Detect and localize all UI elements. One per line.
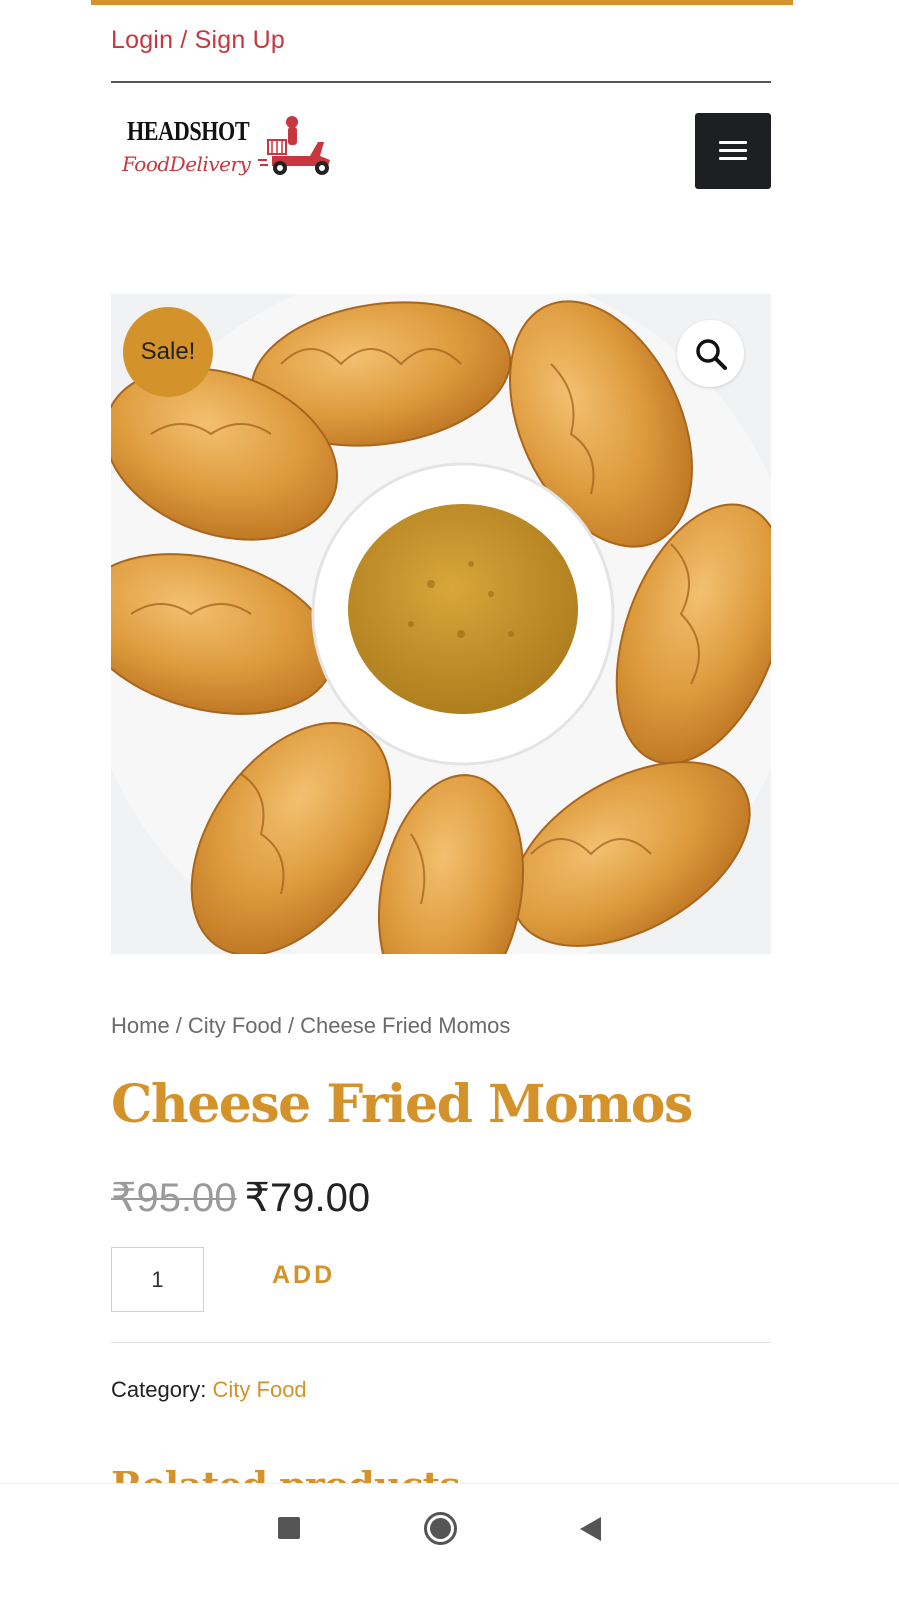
quantity-input[interactable]: [111, 1247, 204, 1312]
recents-square-icon[interactable]: [278, 1517, 300, 1539]
hamburger-menu-icon: [719, 141, 747, 161]
scooter-rider-icon: [258, 116, 330, 175]
site-logo[interactable]: HEADSHOT FoodDelivery: [120, 110, 335, 190]
add-to-cart-button[interactable]: ADD: [272, 1261, 335, 1290]
momos-plate-illustration: [111, 294, 771, 954]
login-signup-link[interactable]: Login / Sign Up: [111, 26, 285, 55]
product-title: Cheese Fried Momos: [111, 1074, 693, 1135]
search-icon: [695, 338, 727, 370]
header-divider: [111, 81, 771, 83]
main-menu-button[interactable]: [695, 113, 771, 189]
logo-subtitle: FoodDelivery: [122, 152, 251, 176]
breadcrumb-current: Cheese Fried Momos: [300, 1013, 511, 1038]
category-label: Category:: [111, 1377, 207, 1402]
logo-title: HEADSHOT: [127, 116, 250, 146]
product-category: Category: City Food: [111, 1377, 307, 1403]
original-price: ₹95.00: [111, 1176, 237, 1220]
home-circle-icon[interactable]: [424, 1512, 457, 1545]
breadcrumb-separator: /: [287, 1013, 295, 1038]
breadcrumb: Home / City Food / Cheese Fried Momos: [111, 1013, 510, 1039]
top-accent-bar: [91, 0, 793, 5]
sale-price: ₹79.00: [244, 1176, 371, 1220]
price-row: ₹95.00 ₹79.00: [111, 1175, 370, 1221]
breadcrumb-city-food[interactable]: City Food: [188, 1013, 282, 1038]
breadcrumb-separator: /: [175, 1013, 182, 1038]
image-zoom-button[interactable]: [677, 320, 744, 387]
breadcrumb-home[interactable]: Home: [111, 1013, 170, 1038]
category-link[interactable]: City Food: [213, 1377, 307, 1402]
product-image[interactable]: [111, 294, 771, 954]
product-meta-divider: [111, 1342, 771, 1343]
back-triangle-icon[interactable]: [580, 1517, 601, 1541]
sale-badge: Sale!: [123, 307, 213, 397]
